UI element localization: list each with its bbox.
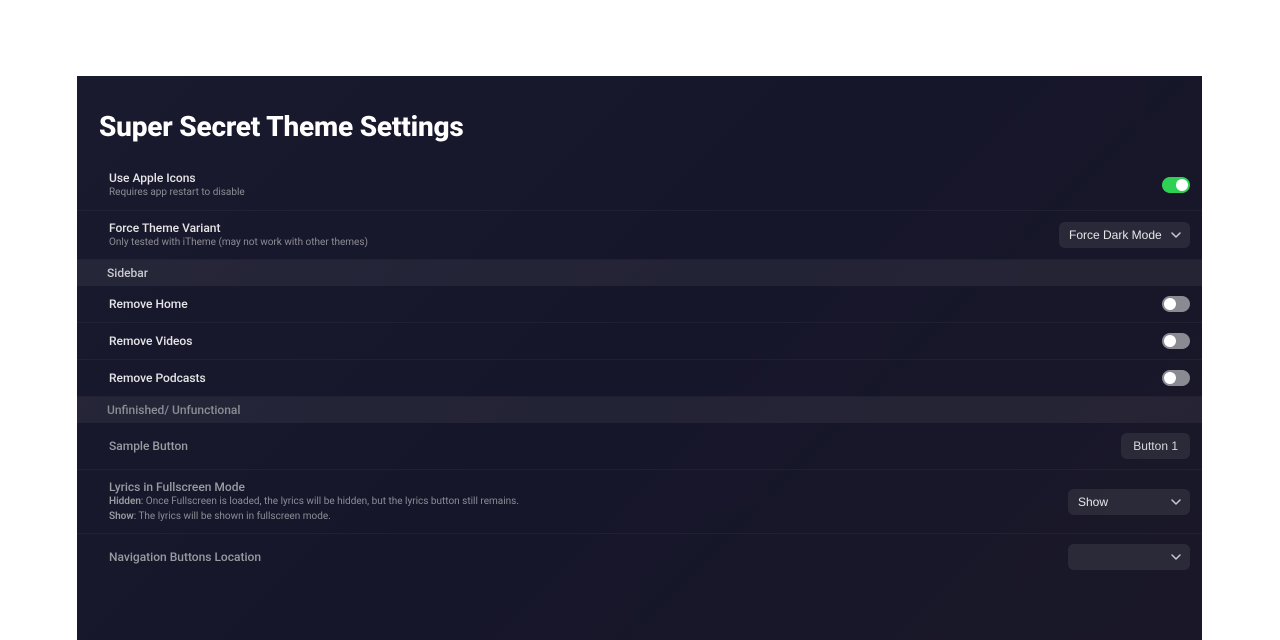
row-label-group: Use Apple Icons Requires app restart to … [109,171,245,200]
row-force-theme-variant: Force Theme Variant Only tested with iTh… [77,211,1202,261]
lyrics-fullscreen-hint-show: Show: The lyrics will be shown in fullsc… [109,510,519,524]
toggle-knob [1176,179,1188,191]
force-theme-variant-hint: Only tested with iTheme (may not work wi… [109,236,368,250]
remove-podcasts-toggle[interactable] [1162,370,1190,386]
use-apple-icons-toggle[interactable] [1162,177,1190,193]
force-theme-variant-label: Force Theme Variant [109,221,368,235]
sample-button-label: Sample Button [109,439,188,453]
row-use-apple-icons: Use Apple Icons Requires app restart to … [77,161,1202,211]
page-title: Super Secret Theme Settings [77,98,1202,161]
toggle-knob [1164,335,1176,347]
row-label-group: Sample Button [109,439,188,453]
row-label-group: Remove Home [109,297,188,311]
sample-button[interactable]: Button 1 [1121,433,1190,459]
nav-buttons-location-label: Navigation Buttons Location [109,550,261,564]
row-remove-videos: Remove Videos [77,323,1202,360]
row-lyrics-fullscreen: Lyrics in Fullscreen Mode Hidden: Once F… [77,470,1202,534]
row-remove-podcasts: Remove Podcasts [77,360,1202,397]
hint-hidden-text: : Once Fullscreen is loaded, the lyrics … [141,496,519,507]
toggle-knob [1164,372,1176,384]
section-header-sidebar: Sidebar [77,260,1202,286]
row-label-group: Remove Videos [109,334,192,348]
hint-hidden-label: Hidden [109,496,141,507]
use-apple-icons-hint: Requires app restart to disable [109,186,245,200]
remove-videos-label: Remove Videos [109,334,192,348]
remove-home-toggle[interactable] [1162,296,1190,312]
settings-content: Super Secret Theme Settings Use Apple Ic… [77,76,1202,580]
lyrics-fullscreen-select[interactable]: Show [1068,489,1190,515]
force-theme-variant-select[interactable]: Force Dark Mode [1059,222,1190,248]
use-apple-icons-label: Use Apple Icons [109,171,245,185]
hint-show-label: Show [109,511,134,522]
row-remove-home: Remove Home [77,286,1202,323]
toggle-knob [1164,298,1176,310]
lyrics-fullscreen-label: Lyrics in Fullscreen Mode [109,480,519,494]
row-label-group: Remove Podcasts [109,371,206,385]
row-label-group: Navigation Buttons Location [109,550,261,564]
hint-show-text: : The lyrics will be shown in fullscreen… [134,511,331,522]
row-sample-button: Sample Button Button 1 [77,423,1202,470]
remove-videos-toggle[interactable] [1162,333,1190,349]
nav-buttons-location-select[interactable] [1068,544,1190,570]
remove-podcasts-label: Remove Podcasts [109,371,206,385]
settings-panel: Super Secret Theme Settings Use Apple Ic… [77,76,1202,640]
row-nav-buttons-location: Navigation Buttons Location [77,534,1202,580]
row-label-group: Force Theme Variant Only tested with iTh… [109,221,368,250]
lyrics-fullscreen-hint-hidden: Hidden: Once Fullscreen is loaded, the l… [109,495,519,509]
remove-home-label: Remove Home [109,297,188,311]
section-header-unfinished: Unfinished/ Unfunctional [77,397,1202,423]
row-label-group: Lyrics in Fullscreen Mode Hidden: Once F… [109,480,519,523]
